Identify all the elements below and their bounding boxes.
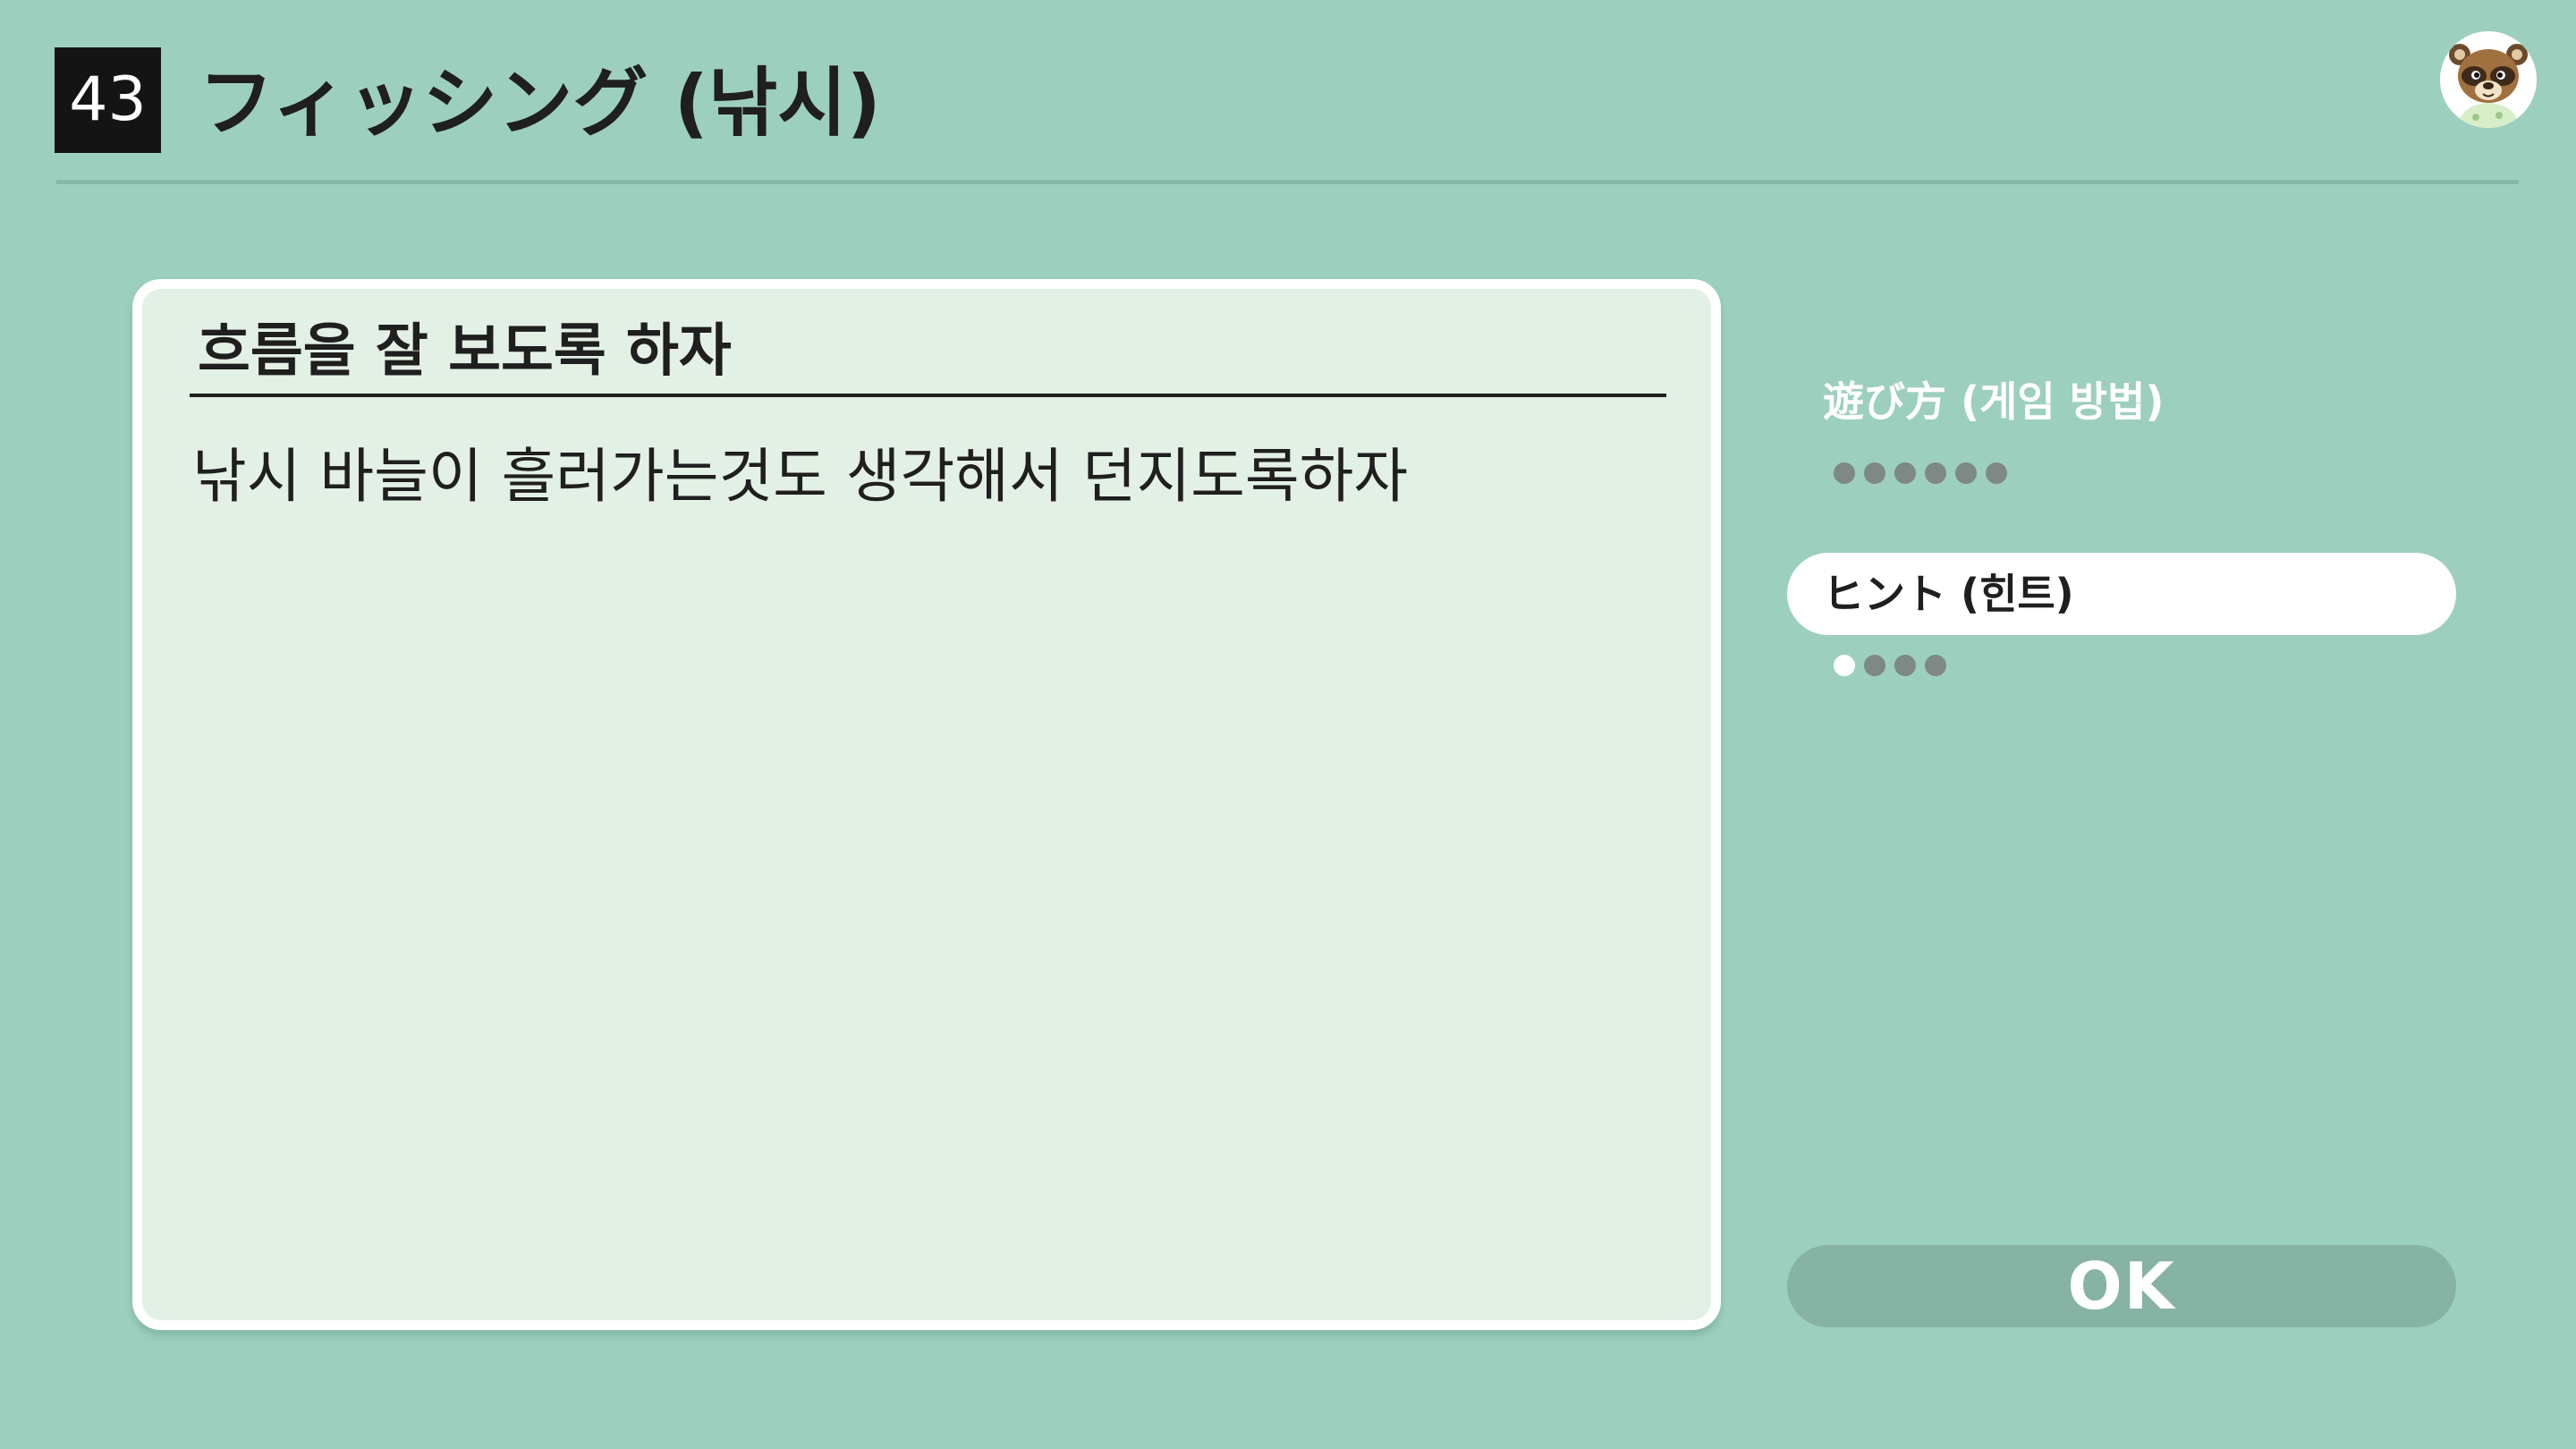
- hint-text: 낚시 바늘이 흘러가는것도 생각해서 던지도록하자: [192, 442, 1409, 511]
- page-dot: [1986, 462, 2007, 484]
- tab-how-to-play[interactable]: 遊び方 (게임 방법): [1787, 360, 2456, 443]
- page-dot: [1925, 655, 1946, 676]
- heading-divider: [190, 394, 1666, 397]
- ok-button[interactable]: OK: [1787, 1245, 2456, 1327]
- page-title: フィッシング (낚시): [199, 59, 881, 147]
- header: 43 フィッシング (낚시): [0, 0, 2576, 188]
- tom-nook-avatar-icon[interactable]: [2440, 31, 2537, 128]
- page-dot: [1955, 462, 1977, 484]
- page-dot: [1864, 655, 1885, 676]
- page-dot: [1925, 462, 1946, 484]
- page-dot: [1834, 655, 1855, 676]
- header-divider: [56, 180, 2519, 184]
- how-to-play-page-dots: [1834, 462, 2007, 486]
- hint-heading: 흐름을 잘 보도록 하자: [198, 318, 732, 385]
- page-dot: [1864, 462, 1885, 484]
- page-dot: [1894, 462, 1916, 484]
- hints-page-dots: [1834, 655, 1946, 678]
- hint-panel: 흐름을 잘 보도록 하자 낚시 바늘이 흘러가는것도 생각해서 던지도록하자: [132, 279, 1721, 1330]
- number-badge: 43: [55, 47, 161, 153]
- page-dot: [1894, 655, 1916, 676]
- tab-hints[interactable]: ヒント (힌트): [1787, 553, 2456, 635]
- page-dot: [1834, 462, 1855, 484]
